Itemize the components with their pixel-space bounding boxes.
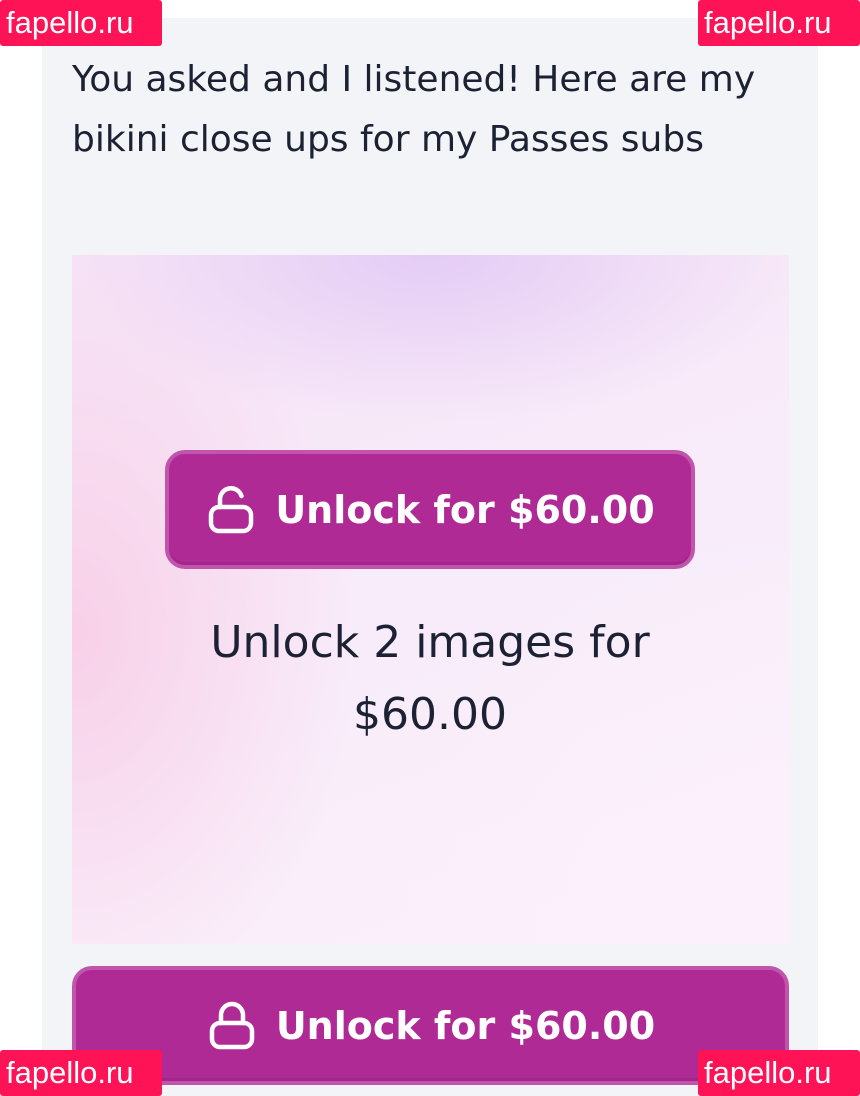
lock-icon xyxy=(209,1001,255,1049)
post-caption: You asked and I listened! Here are my bi… xyxy=(72,59,756,160)
unlock-post-button[interactable]: Unlock for $60.00 xyxy=(72,966,789,1085)
watermark-bottom-left: fapello.ru xyxy=(0,1050,162,1096)
watermark-top-right: fapello.ru xyxy=(698,0,860,46)
page: You asked and I listened! Here are my bi… xyxy=(0,0,860,1096)
unlock-icon xyxy=(209,485,254,533)
watermark-top-left: fapello.ru xyxy=(0,0,162,46)
unlock-post-button-label: Unlock for $60.00 xyxy=(275,1003,656,1048)
watermark-bottom-right: fapello.ru xyxy=(698,1050,860,1096)
unlock-media-button-label: Unlock for $60.00 xyxy=(275,487,655,532)
locked-media-preview[interactable] xyxy=(72,255,789,944)
unlock-media-button[interactable]: Unlock for $60.00 xyxy=(165,450,695,569)
unlock-description: Unlock 2 images for $60.00 xyxy=(210,617,650,740)
